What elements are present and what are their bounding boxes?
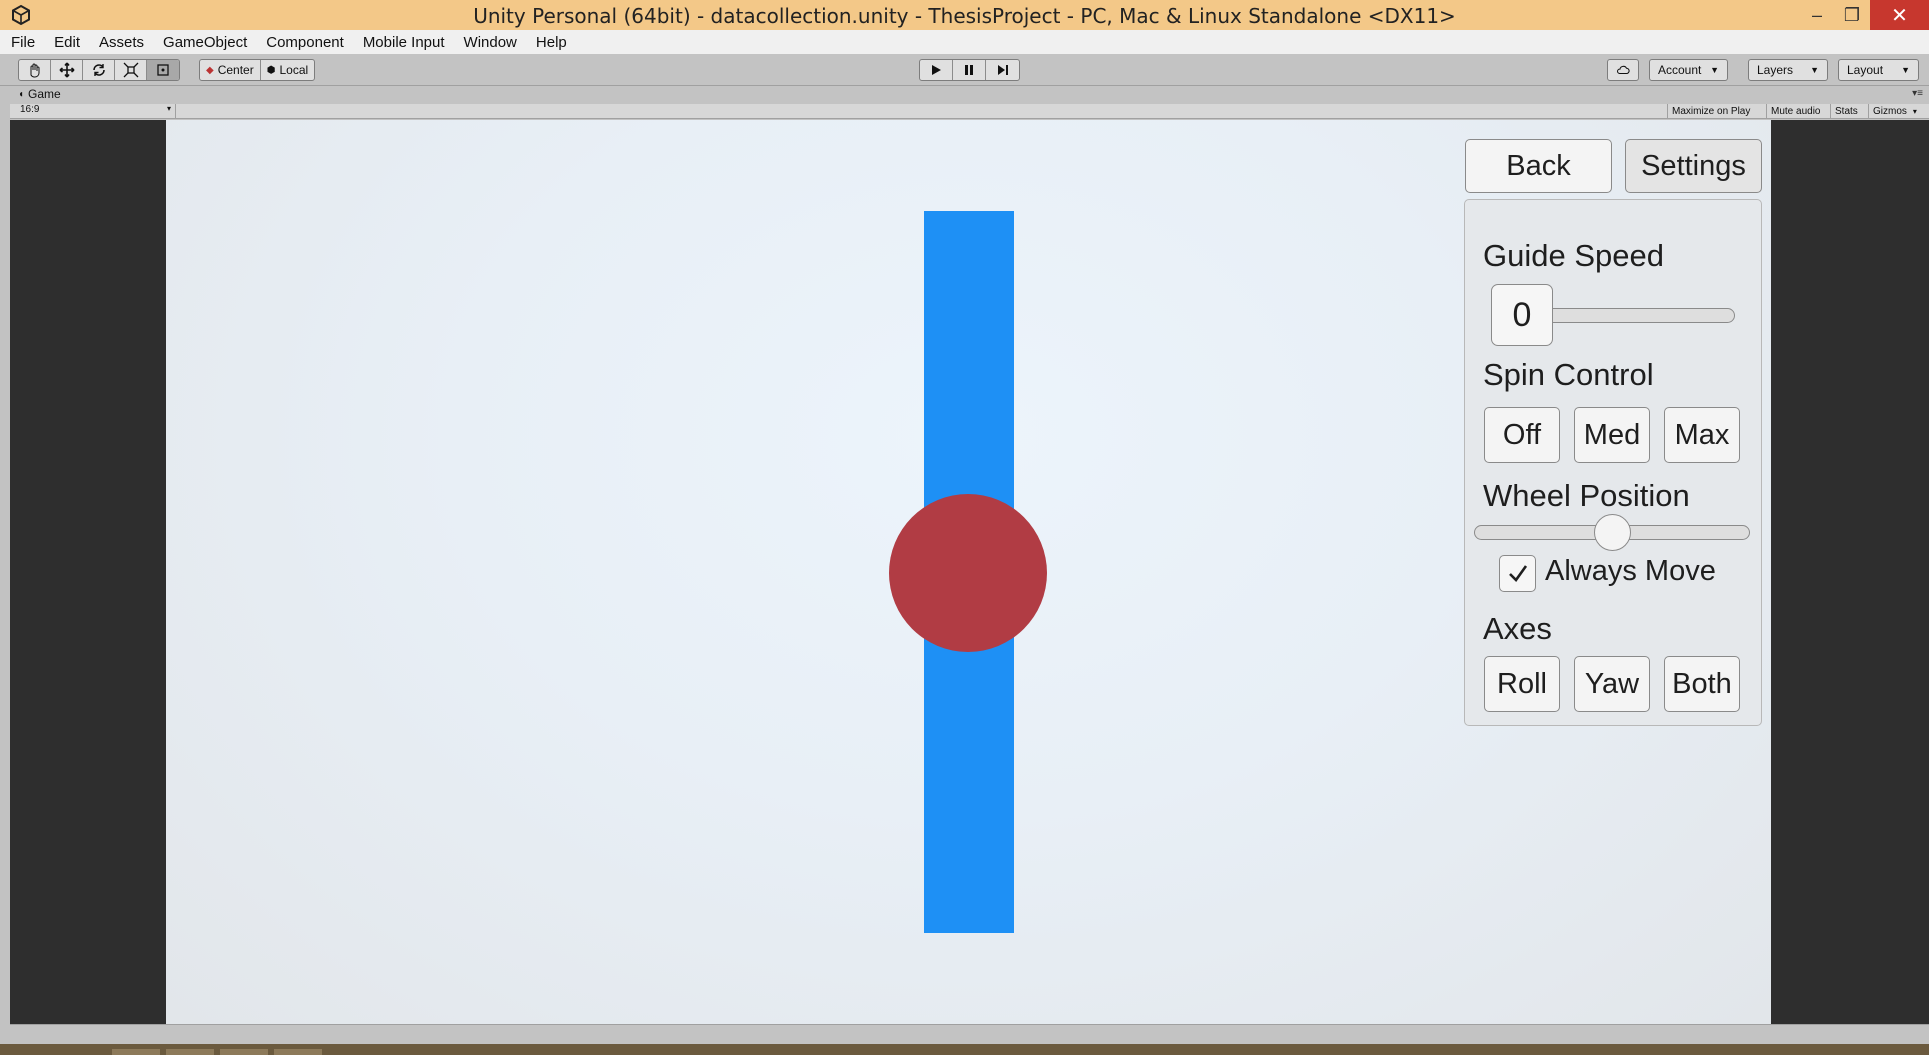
window-title: Unity Personal (64bit) - datacollection.… <box>473 4 1456 28</box>
minimize-button[interactable]: ‒ <box>1800 0 1834 30</box>
caret-down-icon: ▼ <box>1710 65 1719 75</box>
menu-component[interactable]: Component <box>263 34 347 51</box>
game-tab-label: Game <box>28 87 61 101</box>
pivot-local-label: Local <box>279 63 309 77</box>
scale-icon[interactable] <box>115 60 147 80</box>
pivot-center-label: Center <box>217 63 254 77</box>
always-move-label: Always Move <box>1545 555 1716 587</box>
wheel-position-handle[interactable] <box>1593 514 1631 551</box>
menu-assets[interactable]: Assets <box>96 34 147 51</box>
spin-control-label: Spin Control <box>1483 357 1654 392</box>
back-button[interactable]: Back <box>1465 139 1612 193</box>
menu-help[interactable]: Help <box>533 34 570 51</box>
pivot-local-button[interactable]: ⬢ Local <box>261 60 314 80</box>
caret-down-icon: ▾ <box>1912 106 1917 116</box>
transform-tools <box>18 59 180 81</box>
os-taskbar <box>0 1044 1929 1055</box>
axes-both-button[interactable]: Both <box>1664 656 1740 712</box>
caret-down-icon: ▼ <box>1810 65 1819 75</box>
account-label: Account <box>1658 63 1702 77</box>
aspect-dropdown[interactable]: 16:9 ▾ <box>12 104 176 118</box>
gizmos-toggle[interactable]: Gizmos ▾ <box>1868 104 1921 118</box>
guide-speed-value[interactable]: 0 <box>1491 284 1553 346</box>
axes-roll-button[interactable]: Roll <box>1484 656 1560 712</box>
gizmos-label: Gizmos <box>1873 105 1907 117</box>
checkmark-icon <box>1508 564 1527 582</box>
game-viewport[interactable]: Back Settings Guide Speed 0 Spin Control… <box>166 120 1771 1024</box>
status-bar <box>10 1024 1929 1044</box>
caret-down-icon: ▼ <box>1901 65 1910 75</box>
spin-max-button[interactable]: Max <box>1664 407 1740 463</box>
game-tab[interactable]: ◖ Game <box>18 87 61 101</box>
menu-edit[interactable]: Edit <box>51 34 83 51</box>
local-cube-icon: ⬢ <box>266 64 276 76</box>
always-move-checkbox[interactable] <box>1499 555 1536 592</box>
settings-panel: Guide Speed 0 Spin Control Off Med Max W… <box>1464 199 1762 726</box>
spin-med-button[interactable]: Med <box>1574 407 1650 463</box>
close-button[interactable]: ✕ <box>1870 0 1929 30</box>
window-titlebar: Unity Personal (64bit) - datacollection.… <box>0 0 1929 30</box>
axes-label: Axes <box>1483 611 1552 646</box>
main-toolbar: ◆ Center ⬢ Local Account ▼ Layers ▼ Layo… <box>0 54 1929 86</box>
hand-icon[interactable] <box>19 60 51 80</box>
taskbar-item[interactable] <box>166 1049 214 1055</box>
pivot-center-icon: ◆ <box>206 64 214 76</box>
game-control-bar: 16:9 ▾ Maximize on Play Mute audio Stats… <box>10 104 1929 119</box>
red-ball <box>889 494 1047 652</box>
play-controls <box>919 59 1020 81</box>
rect-tool-icon[interactable] <box>147 60 179 80</box>
game-tab-bar: ◖ Game ▾≡ <box>10 86 1929 104</box>
settings-button[interactable]: Settings <box>1625 139 1762 193</box>
layout-label: Layout <box>1847 63 1884 77</box>
taskbar-item[interactable] <box>274 1049 322 1055</box>
rotate-icon[interactable] <box>83 60 115 80</box>
play-icon[interactable] <box>920 60 953 80</box>
account-dropdown[interactable]: Account ▼ <box>1649 59 1728 81</box>
wheel-position-label: Wheel Position <box>1483 478 1690 513</box>
layers-dropdown[interactable]: Layers ▼ <box>1748 59 1828 81</box>
stats-toggle[interactable]: Stats <box>1830 104 1862 118</box>
aspect-label: 16:9 <box>20 104 40 115</box>
taskbar-item[interactable] <box>112 1049 160 1055</box>
move-icon[interactable] <box>51 60 83 80</box>
pivot-toggles: ◆ Center ⬢ Local <box>199 59 316 81</box>
maximize-on-play-toggle[interactable]: Maximize on Play <box>1667 104 1754 118</box>
game-tab-icon: ◖ <box>18 88 25 100</box>
menu-bar: File Edit Assets GameObject Component Mo… <box>0 30 1929 54</box>
menu-mobile-input[interactable]: Mobile Input <box>360 34 448 51</box>
layout-dropdown[interactable]: Layout ▼ <box>1838 59 1919 81</box>
menu-gameobject[interactable]: GameObject <box>160 34 250 51</box>
menu-file[interactable]: File <box>8 34 38 51</box>
menu-window[interactable]: Window <box>461 34 520 51</box>
pause-icon[interactable] <box>953 60 986 80</box>
spin-off-button[interactable]: Off <box>1484 407 1560 463</box>
cloud-icon <box>1617 65 1630 75</box>
cloud-button[interactable] <box>1607 59 1639 81</box>
step-icon[interactable] <box>986 60 1019 80</box>
maximize-button[interactable]: ❐ <box>1834 0 1870 30</box>
axes-yaw-button[interactable]: Yaw <box>1574 656 1650 712</box>
mute-audio-toggle[interactable]: Mute audio <box>1766 104 1824 118</box>
tab-menu-icon[interactable]: ▾≡ <box>1912 88 1923 99</box>
guide-speed-slider[interactable] <box>1545 308 1735 323</box>
guide-speed-label: Guide Speed <box>1483 238 1664 273</box>
taskbar-item[interactable] <box>220 1049 268 1055</box>
pivot-center-button[interactable]: ◆ Center <box>200 60 261 80</box>
layers-label: Layers <box>1757 63 1794 77</box>
caret-down-icon: ▾ <box>166 104 171 113</box>
